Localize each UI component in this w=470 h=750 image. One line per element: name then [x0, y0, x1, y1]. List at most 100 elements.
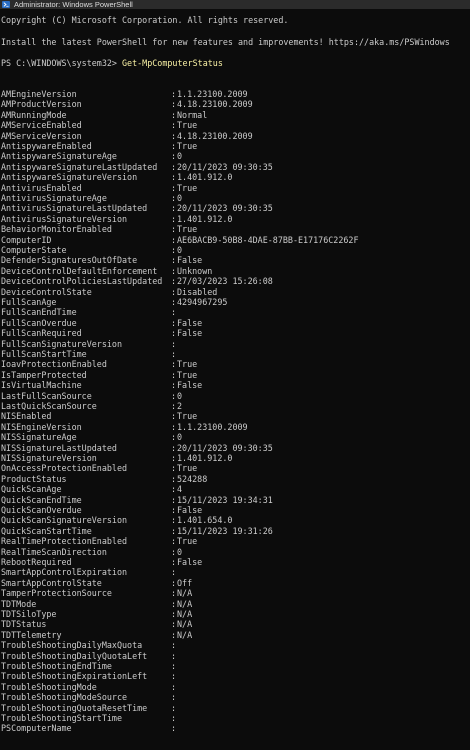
- property-value: 1.1.23100.2009: [177, 89, 248, 99]
- property-row: FullScanSignatureVersion:: [1, 339, 177, 349]
- property-value: 4.18.23100.2009: [177, 130, 253, 141]
- copyright-line: Copyright (C) Microsoft Corporation. All…: [1, 15, 289, 25]
- property-value: False: [177, 380, 203, 391]
- property-value: 0: [177, 193, 183, 203]
- property-row: AntivirusEnabled:True: [1, 183, 197, 193]
- property-key: TroubleShootingModeSource: [1, 692, 128, 703]
- property-value: 0: [177, 432, 183, 443]
- property-key: PSComputerName: [1, 723, 72, 734]
- property-row: TroubleShootingStartTime:: [1, 713, 177, 723]
- property-value: False: [177, 317, 203, 328]
- property-key: DeviceControlState: [1, 286, 92, 297]
- property-key: TroubleShootingEndTime: [1, 661, 112, 671]
- property-key: RealTimeProtectionEnabled: [1, 536, 128, 547]
- property-key: AMRunningMode: [1, 109, 67, 120]
- property-key: FullScanRequired: [1, 328, 82, 339]
- property-key: AntivirusSignatureVersion: [1, 213, 128, 224]
- property-value: 0: [177, 390, 183, 401]
- powershell-icon: [2, 1, 10, 8]
- property-key: QuickScanStartTime: [1, 525, 92, 536]
- property-value: 1.401.912.0: [177, 172, 233, 183]
- property-key: FullScanEndTime: [1, 307, 77, 318]
- property-separator: :: [171, 640, 177, 651]
- property-key: QuickScanOverdue: [1, 505, 82, 515]
- property-value: True: [177, 411, 198, 422]
- property-row: AntivirusSignatureAge:0: [1, 193, 182, 203]
- property-key: FullScanSignatureVersion: [1, 338, 123, 349]
- property-value: True: [177, 224, 198, 235]
- property-key: TroubleShootingQuotaResetTime: [1, 702, 148, 713]
- property-row: AntispywareEnabled:True: [1, 141, 197, 151]
- property-key: TamperProtectionSource: [1, 588, 112, 599]
- title-bar[interactable]: Administrator: Windows PowerShell: [0, 0, 470, 9]
- property-key: AntivirusSignatureLastUpdated: [1, 203, 148, 214]
- property-row: TroubleShootingEndTime:: [1, 661, 177, 671]
- property-value: True: [177, 182, 198, 193]
- property-key: NISEngineVersion: [1, 421, 82, 432]
- property-row: BehaviorMonitorEnabled:True: [1, 224, 197, 234]
- property-value: 15/11/2023 19:31:26: [177, 525, 273, 536]
- property-value: 2: [177, 401, 183, 411]
- property-value: N/A: [177, 588, 193, 599]
- property-value: Unknown: [177, 265, 213, 276]
- property-row: ComputerID:AE6BACB9-50B8-4DAE-87BB-E1717…: [1, 235, 359, 245]
- prompt-command: Get-MpComputerStatus: [122, 58, 223, 68]
- property-value: Off: [177, 577, 193, 588]
- property-row: NISSignatureVersion:1.401.912.0: [1, 453, 232, 463]
- console-output[interactable]: Copyright (C) Microsoft Corporation. All…: [0, 9, 470, 750]
- property-separator: :: [171, 713, 177, 723]
- property-key: RebootRequired: [1, 557, 72, 567]
- property-key: TroubleShootingMode: [1, 681, 97, 692]
- property-row: TroubleShootingDailyQuotaLeft:: [1, 651, 177, 661]
- property-key: IsVirtualMachine: [1, 380, 82, 391]
- property-value: N/A: [177, 629, 193, 640]
- property-row: IsVirtualMachine:False: [1, 380, 202, 390]
- property-key: NISSignatureVersion: [1, 453, 97, 463]
- property-row: NISSignatureAge:0: [1, 432, 182, 442]
- property-value: 1.401.912.0: [177, 453, 233, 463]
- property-key: DefenderSignaturesOutOfDate: [1, 255, 138, 266]
- property-key: ComputerState: [1, 245, 67, 255]
- property-row: FullScanAge:4294967295: [1, 297, 227, 307]
- property-row: DeviceControlDefaultEnforcement:Unknown: [1, 266, 212, 276]
- property-row: TroubleShootingMode:: [1, 682, 177, 692]
- window-title: Administrator: Windows PowerShell: [14, 0, 133, 9]
- prompt-line: PS C:\WINDOWS\system32> Get-MpComputerSt…: [1, 58, 223, 68]
- property-row: LastQuickScanSource:2: [1, 401, 182, 411]
- property-value: 20/11/2023 09:30:35: [177, 203, 273, 214]
- property-value: 20/11/2023 09:30:35: [177, 161, 273, 172]
- property-value: True: [177, 141, 198, 151]
- property-value: False: [177, 505, 203, 515]
- property-row: FullScanOverdue:False: [1, 318, 202, 328]
- property-row: AntivirusSignatureVersion:1.401.912.0: [1, 214, 232, 224]
- property-row: TroubleShootingExpirationLeft:: [1, 671, 177, 681]
- property-key: DeviceControlPoliciesLastUpdated: [1, 276, 163, 287]
- property-row: NISSignatureLastUpdated:20/11/2023 09:30…: [1, 443, 273, 453]
- property-key: FullScanStartTime: [1, 349, 87, 359]
- property-key: FullScanAge: [1, 297, 57, 307]
- property-separator: :: [171, 723, 177, 734]
- property-row: AntivirusSignatureLastUpdated:20/11/2023…: [1, 203, 273, 213]
- property-row: AMRunningMode:Normal: [1, 110, 207, 120]
- property-value: 1.1.23100.2009: [177, 421, 248, 432]
- property-value: Normal: [177, 109, 208, 120]
- property-key: ProductStatus: [1, 473, 67, 484]
- property-key: SmartAppControlExpiration: [1, 567, 128, 578]
- prompt-path: PS C:\WINDOWS\system32>: [1, 58, 123, 68]
- property-row: QuickScanOverdue:False: [1, 505, 202, 515]
- property-row: AntispywareSignatureAge:0: [1, 151, 182, 161]
- property-key: LastQuickScanSource: [1, 401, 97, 411]
- property-row: DeviceControlPoliciesLastUpdated:27/03/2…: [1, 276, 273, 286]
- property-row: QuickScanAge:4: [1, 484, 182, 494]
- property-key: IoavProtectionEnabled: [1, 359, 107, 370]
- property-key: TDTMode: [1, 598, 37, 609]
- property-row: DefenderSignaturesOutOfDate:False: [1, 255, 202, 265]
- property-row: ProductStatus:524288: [1, 474, 207, 484]
- property-value: False: [177, 328, 203, 339]
- property-key: TroubleShootingStartTime: [1, 713, 123, 723]
- property-row: NISEnabled:True: [1, 411, 197, 421]
- property-row: IoavProtectionEnabled:True: [1, 359, 197, 369]
- property-key: NISSignatureLastUpdated: [1, 442, 117, 453]
- property-row: TDTStatus:N/A: [1, 619, 192, 629]
- property-row: SmartAppControlExpiration:: [1, 567, 177, 577]
